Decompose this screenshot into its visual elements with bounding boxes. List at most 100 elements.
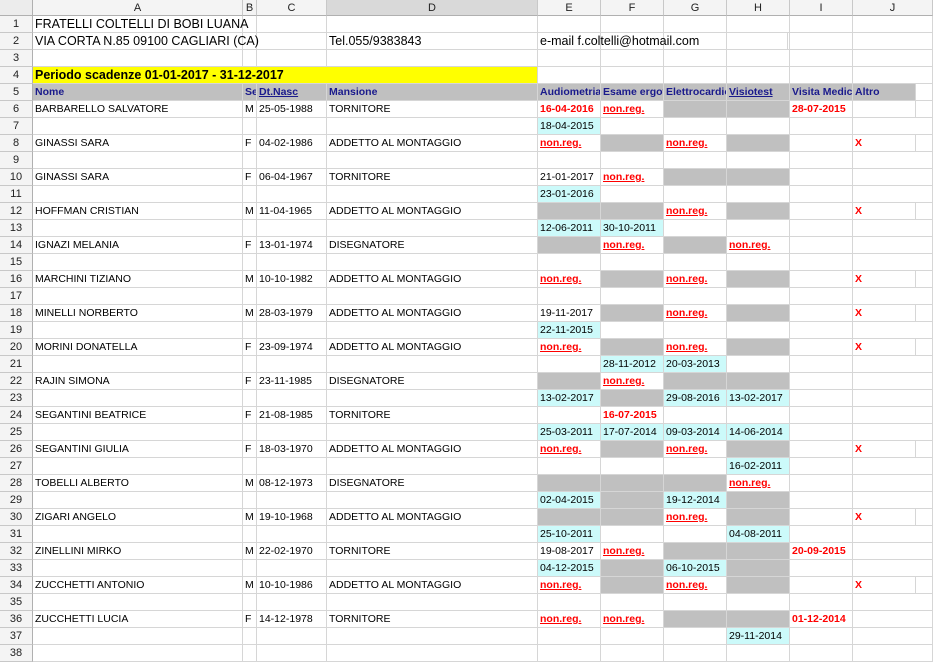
empty-cell[interactable] bbox=[790, 526, 853, 543]
exam-date[interactable]: 29-11-2014 bbox=[727, 628, 790, 645]
empty-cell[interactable] bbox=[601, 186, 664, 203]
empty-cell[interactable] bbox=[790, 203, 853, 220]
empty-cell[interactable] bbox=[243, 526, 257, 543]
exam-cell-empty[interactable] bbox=[727, 135, 790, 152]
exam-date[interactable]: 29-08-2016 bbox=[664, 390, 727, 407]
employee-sex[interactable]: M bbox=[243, 101, 257, 118]
column-header-e[interactable]: E bbox=[538, 0, 601, 16]
empty-cell[interactable] bbox=[33, 356, 243, 373]
row-header[interactable]: 20 bbox=[0, 339, 33, 356]
empty-cell[interactable] bbox=[538, 254, 601, 271]
birth-date[interactable]: 08-12-1973 bbox=[257, 475, 327, 492]
empty-cell[interactable] bbox=[853, 390, 933, 407]
column-header-g[interactable]: G bbox=[664, 0, 727, 16]
birth-date[interactable]: 21-08-1985 bbox=[257, 407, 327, 424]
exam-date[interactable]: 04-08-2011 bbox=[727, 526, 790, 543]
employee-name[interactable]: RAJIN SIMONA bbox=[33, 373, 243, 390]
job-role[interactable]: ADDETTO AL MONTAGGIO bbox=[327, 577, 538, 594]
row-header[interactable]: 3 bbox=[0, 50, 33, 67]
empty-cell[interactable] bbox=[727, 152, 790, 169]
empty-cell[interactable] bbox=[664, 118, 727, 135]
empty-cell[interactable] bbox=[257, 424, 327, 441]
exam-date[interactable]: 30-10-2011 bbox=[601, 220, 664, 237]
empty-cell[interactable] bbox=[243, 424, 257, 441]
empty-cell[interactable] bbox=[853, 356, 933, 373]
header-dtnasc[interactable]: Dt.Nasc bbox=[257, 84, 327, 101]
empty-cell[interactable] bbox=[257, 526, 327, 543]
empty-cell[interactable] bbox=[853, 186, 933, 203]
birth-date[interactable]: 22-02-1970 bbox=[257, 543, 327, 560]
exam-cell-empty[interactable] bbox=[538, 475, 601, 492]
empty-cell[interactable] bbox=[327, 526, 538, 543]
exam-cell-empty[interactable] bbox=[727, 373, 790, 390]
status-not-registered[interactable]: non.reg. bbox=[601, 543, 664, 560]
exam-date[interactable]: 12-06-2011 bbox=[538, 220, 601, 237]
flag-x[interactable]: X bbox=[853, 135, 916, 152]
row-header[interactable]: 25 bbox=[0, 424, 33, 441]
empty-cell[interactable] bbox=[790, 424, 853, 441]
empty-cell[interactable] bbox=[33, 186, 243, 203]
empty-cell[interactable] bbox=[790, 118, 853, 135]
row-header[interactable]: 37 bbox=[0, 628, 33, 645]
empty-cell[interactable] bbox=[33, 152, 243, 169]
empty-cell[interactable] bbox=[853, 424, 933, 441]
empty-cell[interactable] bbox=[327, 424, 538, 441]
empty-cell[interactable] bbox=[790, 186, 853, 203]
spreadsheet-grid[interactable]: A B C D E F G H I J 1 2 3 4 5 6 7 8 9 10 11 12 13 14 15 16 17 18 19 2… bbox=[0, 0, 933, 662]
birth-date[interactable]: 23-09-1974 bbox=[257, 339, 327, 356]
exam-cell-empty[interactable] bbox=[601, 560, 664, 577]
empty-cell[interactable] bbox=[727, 50, 790, 67]
employee-sex[interactable]: F bbox=[243, 373, 257, 390]
row-header[interactable]: 13 bbox=[0, 220, 33, 237]
row-header[interactable]: 14 bbox=[0, 237, 33, 254]
row-header[interactable]: 22 bbox=[0, 373, 33, 390]
empty-cell[interactable] bbox=[601, 288, 664, 305]
empty-cell[interactable] bbox=[853, 254, 933, 271]
employee-sex[interactable]: M bbox=[243, 203, 257, 220]
empty-cell[interactable] bbox=[790, 475, 853, 492]
status-not-registered[interactable]: non.reg. bbox=[664, 441, 727, 458]
column-header-c[interactable]: C bbox=[257, 0, 327, 16]
empty-cell[interactable] bbox=[538, 152, 601, 169]
empty-cell[interactable] bbox=[790, 50, 853, 67]
exam-cell-empty[interactable] bbox=[664, 611, 727, 628]
empty-cell[interactable] bbox=[853, 67, 933, 84]
header-nome[interactable]: Nome bbox=[33, 84, 243, 101]
empty-cell[interactable] bbox=[664, 152, 727, 169]
birth-date[interactable]: 19-10-1968 bbox=[257, 509, 327, 526]
empty-cell[interactable] bbox=[790, 390, 853, 407]
row-header[interactable]: 30 bbox=[0, 509, 33, 526]
exam-cell-empty[interactable] bbox=[727, 169, 790, 186]
exam-date[interactable]: 19-08-2017 bbox=[538, 543, 601, 560]
row-header[interactable]: 7 bbox=[0, 118, 33, 135]
job-role[interactable]: ADDETTO AL MONTAGGIO bbox=[327, 271, 538, 288]
employee-sex[interactable]: F bbox=[243, 135, 257, 152]
empty-cell[interactable] bbox=[853, 169, 933, 186]
row-header[interactable]: 17 bbox=[0, 288, 33, 305]
empty-cell[interactable] bbox=[257, 322, 327, 339]
empty-cell[interactable] bbox=[243, 322, 257, 339]
exam-cell-empty[interactable] bbox=[727, 560, 790, 577]
job-role[interactable]: DISEGNATORE bbox=[327, 373, 538, 390]
empty-cell[interactable] bbox=[601, 118, 664, 135]
employee-name[interactable]: ZUCCHETTI LUCIA bbox=[33, 611, 243, 628]
exam-cell-empty[interactable] bbox=[601, 305, 664, 322]
job-role[interactable]: TORNITORE bbox=[327, 407, 538, 424]
empty-cell[interactable] bbox=[727, 67, 790, 84]
empty-cell[interactable] bbox=[601, 67, 664, 84]
row-header[interactable]: 23 bbox=[0, 390, 33, 407]
empty-cell[interactable] bbox=[664, 50, 727, 67]
company-phone[interactable]: Tel.055/9383843 bbox=[327, 33, 538, 50]
empty-cell[interactable] bbox=[33, 50, 243, 67]
empty-cell[interactable] bbox=[853, 526, 933, 543]
visit-date[interactable]: 28-07-2015 bbox=[790, 101, 853, 118]
empty-cell[interactable] bbox=[727, 186, 790, 203]
exam-cell-empty[interactable] bbox=[601, 339, 664, 356]
empty-cell[interactable] bbox=[853, 407, 933, 424]
row-header[interactable]: 31 bbox=[0, 526, 33, 543]
job-role[interactable]: DISEGNATORE bbox=[327, 237, 538, 254]
empty-cell[interactable] bbox=[853, 322, 933, 339]
row-header[interactable]: 38 bbox=[0, 645, 33, 662]
exam-cell-empty[interactable] bbox=[727, 203, 790, 220]
exam-cell-empty[interactable] bbox=[601, 271, 664, 288]
